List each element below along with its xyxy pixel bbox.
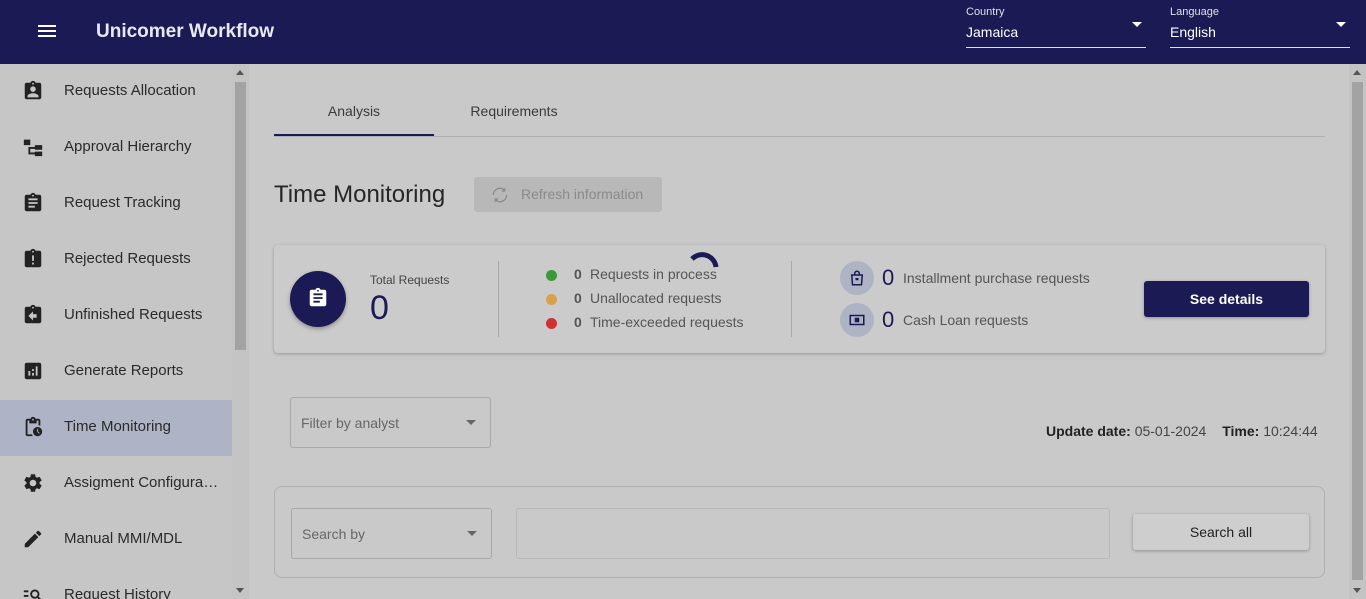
- green-status-dot: [546, 270, 557, 281]
- country-value: Jamaica: [966, 24, 1019, 40]
- country-label: Country: [966, 6, 1005, 18]
- tab-requirements[interactable]: Requirements: [434, 88, 594, 136]
- sidebar-item-label: Approval Hierarchy: [64, 138, 192, 155]
- assignment-ind-icon: [24, 80, 42, 100]
- page-title: Time Monitoring: [274, 181, 446, 208]
- pending-actions-icon: [25, 416, 43, 437]
- scroll-down-arrow-icon[interactable]: [236, 588, 244, 593]
- summary-card: Total Requests 0 0 Requests in process 0…: [274, 245, 1325, 353]
- search-input[interactable]: [516, 508, 1110, 559]
- total-requests-label: Total Requests: [370, 273, 450, 287]
- sidebar-item-label: Request History: [64, 586, 171, 599]
- language-label: Language: [1170, 6, 1219, 18]
- tab-bar: Analysis Requirements: [274, 88, 1325, 137]
- update-date-label: Update date:: [1046, 423, 1131, 439]
- assignment-icon: [24, 192, 42, 212]
- hamburger-menu-icon[interactable]: [36, 22, 58, 42]
- sidebar-item-rejected-requests[interactable]: Rejected Requests: [0, 232, 232, 288]
- status-label: Time-exceeded requests: [590, 314, 744, 330]
- clipboard-icon: [309, 287, 327, 307]
- assignment-late-icon: [24, 248, 42, 268]
- chevron-down-icon: [1132, 22, 1142, 27]
- total-requests-badge: [290, 271, 346, 327]
- update-time-label: Time:: [1222, 423, 1260, 439]
- filter-by-analyst-select[interactable]: Filter by analyst: [290, 397, 491, 448]
- status-count: 0: [574, 314, 582, 330]
- sidebar-item-label: Generate Reports: [64, 362, 184, 379]
- sidebar-item-label: Rejected Requests: [64, 250, 191, 267]
- search-by-placeholder: Search by: [302, 526, 366, 542]
- status-label: Unallocated requests: [590, 290, 722, 306]
- chevron-down-icon: [1336, 22, 1346, 27]
- cash-icon: [849, 314, 865, 326]
- language-value: English: [1170, 24, 1216, 40]
- sidebar-item-label: Request Tracking: [64, 194, 181, 211]
- tab-analysis[interactable]: Analysis: [274, 88, 434, 136]
- sidebar: Requests Allocation Approval Hierarchy R…: [0, 64, 232, 599]
- request-count: 0: [882, 307, 895, 332]
- search-all-button[interactable]: Search all: [1133, 514, 1309, 550]
- sidebar-scrollbar[interactable]: [232, 64, 249, 599]
- manage-search-icon: [23, 589, 42, 599]
- refresh-icon: [492, 187, 508, 203]
- orange-status-dot: [546, 294, 557, 305]
- request-type-label: Installment purchase requests: [903, 270, 1090, 286]
- language-select[interactable]: Language English: [1170, 4, 1350, 48]
- refresh-label: Refresh information: [521, 186, 644, 202]
- app-title: Unicomer Workflow: [96, 21, 275, 42]
- country-select[interactable]: Country Jamaica: [966, 4, 1146, 48]
- see-details-button[interactable]: See details: [1144, 281, 1309, 317]
- chevron-down-icon: [466, 420, 476, 425]
- scroll-up-arrow-icon[interactable]: [1353, 70, 1361, 75]
- sidebar-item-manual-mmi-mdl[interactable]: Manual MMI/MDL: [0, 512, 232, 568]
- search-card: Search by Search all: [274, 486, 1325, 578]
- request-count: 0: [882, 265, 895, 290]
- sidebar-item-label: Assigment Configuration: [64, 474, 220, 491]
- divider: [791, 261, 792, 337]
- scrollbar-thumb[interactable]: [235, 82, 246, 350]
- assignment-return-icon: [24, 304, 42, 324]
- pencil-icon: [24, 530, 42, 548]
- filter-placeholder: Filter by analyst: [301, 415, 400, 431]
- icon-badge: [840, 303, 874, 337]
- sidebar-item-request-tracking[interactable]: Request Tracking: [0, 176, 232, 232]
- sidebar-item-label: Requests Allocation: [64, 82, 196, 99]
- shopping-bag-icon: [850, 270, 864, 286]
- icon-badge: [840, 261, 874, 295]
- sidebar-item-request-history[interactable]: Request History: [0, 568, 232, 599]
- scroll-down-arrow-icon[interactable]: [1353, 588, 1361, 593]
- hierarchy-icon: [23, 139, 43, 157]
- sidebar-item-requests-allocation[interactable]: Requests Allocation: [0, 64, 232, 120]
- main-scrollbar[interactable]: [1349, 64, 1366, 599]
- status-count: 0: [574, 290, 582, 306]
- loading-spinner-icon: [690, 252, 719, 268]
- update-date-value: 05-01-2024: [1134, 423, 1207, 439]
- update-info: Update date: 05-01-2024 Time: 10:24:44: [1046, 423, 1318, 439]
- sidebar-item-time-monitoring[interactable]: Time Monitoring: [0, 400, 232, 456]
- search-by-select[interactable]: Search by: [291, 508, 492, 559]
- status-count: 0: [574, 266, 582, 282]
- sidebar-item-approval-hierarchy[interactable]: Approval Hierarchy: [0, 120, 232, 176]
- top-app-bar: Unicomer Workflow Country Jamaica Langua…: [0, 0, 1366, 64]
- sidebar-item-label: Time Monitoring: [64, 418, 171, 435]
- red-status-dot: [546, 318, 557, 329]
- sidebar-item-label: Manual MMI/MDL: [64, 530, 183, 547]
- sidebar-item-generate-reports[interactable]: Generate Reports: [0, 344, 232, 400]
- sidebar-item-label: Unfinished Requests: [64, 306, 203, 323]
- scrollbar-thumb[interactable]: [1352, 82, 1363, 580]
- scroll-up-arrow-icon[interactable]: [236, 70, 244, 75]
- request-type-label: Cash Loan requests: [903, 312, 1029, 328]
- sidebar-item-unfinished-requests[interactable]: Unfinished Requests: [0, 288, 232, 344]
- sidebar-item-assigment-configuration[interactable]: Assigment Configuration: [0, 456, 232, 512]
- chevron-down-icon: [467, 531, 477, 536]
- analytics-icon: [24, 362, 42, 380]
- total-requests-value: 0: [370, 289, 389, 327]
- gear-icon: [24, 474, 42, 492]
- refresh-information-button[interactable]: Refresh information: [474, 177, 662, 212]
- divider: [498, 261, 499, 337]
- update-time-value: 10:24:44: [1263, 423, 1318, 439]
